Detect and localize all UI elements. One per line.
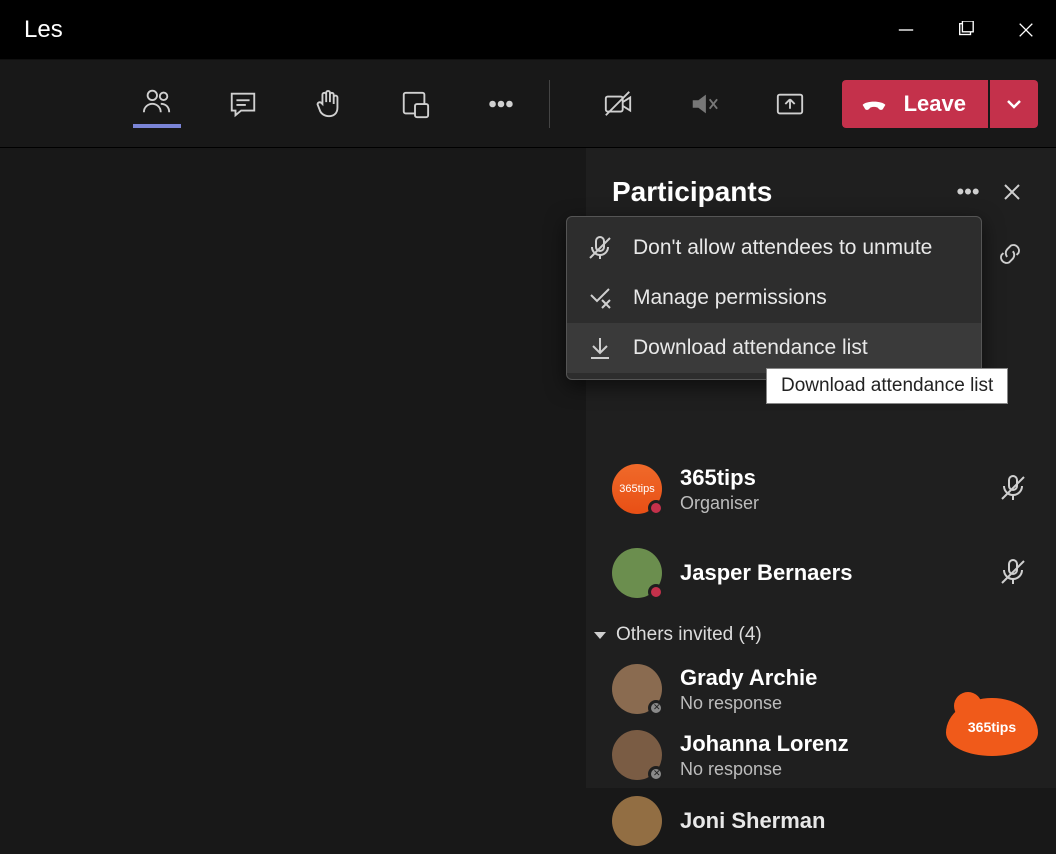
chat-button[interactable]	[219, 80, 267, 128]
group-label: Others invited (4)	[616, 624, 762, 646]
menu-label: Download attendance list	[633, 336, 868, 360]
leave-label: Leave	[904, 91, 966, 117]
participant-name: Grady Archie	[680, 665, 1030, 691]
more-icon: •••	[956, 179, 979, 205]
participants-panel: Participants ••• Don't allow attendees t…	[586, 148, 1056, 788]
participant-name: Joni Sherman	[680, 808, 1030, 834]
window-title: Les	[24, 16, 63, 44]
mic-muted-icon	[998, 473, 1028, 503]
panel-more-button[interactable]: •••	[950, 174, 986, 210]
panel-title: Participants	[612, 176, 942, 208]
close-window-button[interactable]	[996, 0, 1056, 60]
avatar	[612, 548, 662, 598]
chat-icon	[228, 89, 258, 119]
participant-role: Organiser	[680, 493, 980, 514]
chevron-down-icon	[592, 627, 608, 643]
participant-info: Joni Sherman	[680, 808, 1030, 834]
presence-busy-icon	[648, 584, 664, 600]
menu-label: Don't allow attendees to unmute	[633, 236, 932, 260]
menu-manage-permissions[interactable]: Manage permissions	[567, 273, 981, 323]
hand-icon	[314, 89, 344, 119]
participant-mute-button[interactable]	[998, 557, 1030, 589]
avatar	[612, 796, 662, 846]
panel-header: Participants •••	[586, 148, 1056, 224]
more-actions-button[interactable]	[477, 80, 525, 128]
participant-info: 365tips Organiser	[680, 465, 980, 514]
presence-unknown-icon	[648, 700, 664, 716]
participant-name: 365tips	[680, 465, 980, 491]
avatar-initials: 365tips	[619, 483, 654, 495]
participants-options-menu: Don't allow attendees to unmute Manage p…	[566, 216, 982, 380]
menu-dont-allow-unmute[interactable]: Don't allow attendees to unmute	[567, 223, 981, 273]
minimize-icon	[897, 21, 915, 39]
share-screen-button[interactable]	[766, 80, 814, 128]
leave-button[interactable]: Leave	[842, 80, 988, 128]
chevron-down-icon	[1004, 94, 1024, 114]
minimize-button[interactable]	[876, 0, 936, 60]
avatar: 365tips	[612, 464, 662, 514]
menu-label: Manage permissions	[633, 286, 827, 310]
window-controls	[876, 0, 1056, 60]
tooltip: Download attendance list	[766, 368, 1008, 404]
permissions-icon	[587, 285, 613, 311]
close-icon	[1017, 21, 1035, 39]
panel-close-button[interactable]	[994, 174, 1030, 210]
copy-link-button[interactable]	[990, 234, 1030, 274]
more-icon	[486, 89, 516, 119]
invited-row[interactable]: Joni Sherman	[586, 788, 1056, 854]
mic-off-icon	[587, 235, 613, 261]
menu-download-attendance[interactable]: Download attendance list	[567, 323, 981, 373]
mic-muted-icon	[998, 557, 1028, 587]
avatar	[612, 730, 662, 780]
people-icon	[142, 86, 172, 116]
participant-info: Jasper Bernaers	[680, 560, 980, 586]
speaker-muted-icon	[689, 89, 719, 119]
toolbar-separator	[549, 80, 550, 128]
camera-off-icon	[603, 89, 633, 119]
share-icon	[775, 89, 805, 119]
participant-name: Jasper Bernaers	[680, 560, 980, 586]
maximize-button[interactable]	[936, 0, 996, 60]
meeting-toolbar: Leave	[0, 60, 1056, 148]
hangup-icon	[860, 90, 888, 118]
participant-row[interactable]: 365tips 365tips Organiser	[586, 456, 1056, 522]
title-bar: Les	[0, 0, 1056, 60]
close-icon	[1002, 182, 1022, 202]
maximize-icon	[957, 21, 975, 39]
participant-mute-button[interactable]	[998, 473, 1030, 505]
raise-hand-button[interactable]	[305, 80, 353, 128]
download-icon	[587, 335, 613, 361]
leave-options-button[interactable]	[990, 80, 1038, 128]
breakout-rooms-button[interactable]	[391, 80, 439, 128]
presence-unknown-icon	[648, 766, 664, 782]
mic-toggle-button[interactable]	[680, 80, 728, 128]
leave-group: Leave	[842, 80, 1038, 128]
link-icon	[995, 239, 1025, 269]
brand-text: 365tips	[968, 719, 1016, 735]
participant-row[interactable]: Jasper Bernaers	[586, 540, 1056, 606]
response-status: No response	[680, 759, 1030, 780]
others-invited-header[interactable]: Others invited (4)	[586, 606, 1056, 656]
toolbar-right	[594, 80, 814, 128]
avatar	[612, 664, 662, 714]
toolbar-left	[133, 80, 525, 128]
presence-busy-icon	[648, 500, 664, 516]
participants-button[interactable]	[133, 80, 181, 128]
camera-toggle-button[interactable]	[594, 80, 642, 128]
rooms-icon	[400, 89, 430, 119]
